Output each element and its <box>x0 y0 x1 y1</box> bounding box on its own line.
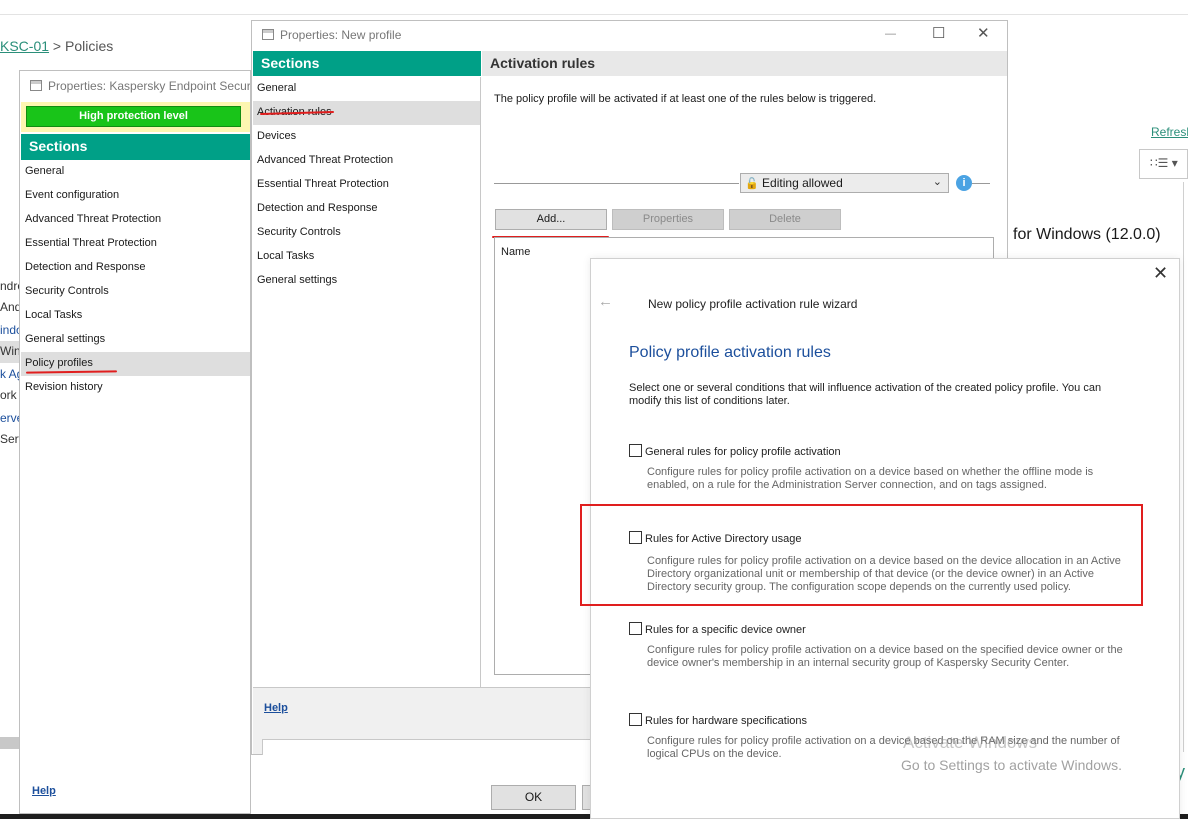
activation-watermark-title: Activate Windows <box>903 733 1038 752</box>
nav-item-security-controls[interactable]: Security Controls <box>21 280 250 304</box>
nav-item-devices[interactable]: Devices <box>253 125 480 149</box>
nav-item-advanced-threat-protection[interactable]: Advanced Threat Protection <box>21 208 250 232</box>
nav-item-general-settings[interactable]: General settings <box>21 328 250 352</box>
kes-properties-window: Properties: Kaspersky Endpoint Security … <box>19 70 251 814</box>
option-label[interactable]: Rules for a specific device owner <box>645 624 806 636</box>
arrow-left-icon[interactable]: ← <box>598 293 613 310</box>
chevron-down-icon: ⌄ <box>932 176 942 188</box>
red-highlight-box <box>580 504 1143 606</box>
option-device-owner: Rules for a specific device owner Config… <box>629 622 1129 670</box>
nav-item-event-configuration[interactable]: Event configuration <box>21 184 250 208</box>
sections-header: Sections <box>21 134 250 160</box>
option-row[interactable]: Rules for hardware specifications <box>629 713 1129 727</box>
column-header-name[interactable]: Name <box>495 238 993 258</box>
nav-item-general[interactable]: General <box>21 160 250 184</box>
nav-item-detection-and-response[interactable]: Detection and Response <box>21 256 250 280</box>
activation-description: The policy profile will be activated if … <box>494 93 877 105</box>
nav-item-advanced-threat-protection[interactable]: Advanced Threat Protection <box>253 149 480 173</box>
window-icon <box>30 80 42 91</box>
option-row[interactable]: Rules for a specific device owner <box>629 622 1129 636</box>
maximize-button[interactable]: ☐ <box>932 24 945 42</box>
refresh-link[interactable]: Refresh <box>1151 125 1188 139</box>
window-titlebar[interactable]: Properties: New profile — ☐ ✕ <box>252 21 1007 49</box>
nav-item-essential-threat-protection[interactable]: Essential Threat Protection <box>21 232 250 256</box>
nav-item-essential-threat-protection[interactable]: Essential Threat Protection <box>253 173 480 197</box>
policy-application-version: for Windows (12.0.0) <box>1013 226 1161 243</box>
window-title: Properties: Kaspersky Endpoint Security <box>48 79 250 93</box>
nav-item-local-tasks[interactable]: Local Tasks <box>253 245 480 269</box>
sections-nav: General Activation rules Devices Advance… <box>253 77 481 687</box>
nav-item-general[interactable]: General <box>253 77 480 101</box>
option-label[interactable]: Rules for hardware specifications <box>645 715 807 727</box>
nav-item-revision-history[interactable]: Revision history <box>21 376 250 400</box>
breadcrumb-separator: > <box>49 38 65 54</box>
breadcrumb-server-link[interactable]: KSC-01 <box>0 38 49 54</box>
footer-panel <box>262 739 592 755</box>
wizard-heading: Policy profile activation rules <box>629 344 831 361</box>
breadcrumb: KSC-01 > Policies <box>0 38 113 54</box>
option-description: Configure rules for policy profile activ… <box>647 466 1094 491</box>
editing-mode-select[interactable]: 🔓 Editing allowed ⌄ <box>740 173 949 193</box>
close-icon[interactable]: ✕ <box>1153 263 1168 284</box>
divider <box>972 183 990 184</box>
protection-level-badge: High protection level <box>26 106 241 127</box>
window-titlebar[interactable]: Properties: Kaspersky Endpoint Security <box>20 71 250 101</box>
sections-nav: General Event configuration Advanced Thr… <box>21 160 250 400</box>
close-button[interactable]: ✕ <box>977 24 990 42</box>
divider <box>494 183 739 184</box>
info-icon[interactable]: i <box>956 175 972 191</box>
help-link[interactable]: Help <box>264 702 288 714</box>
page-title: Activation rules <box>482 51 1007 76</box>
help-link[interactable]: Help <box>32 785 56 797</box>
wizard-title: New policy profile activation rule wizar… <box>648 297 858 311</box>
background-divider <box>1183 182 1184 752</box>
option-description: Configure rules for policy profile activ… <box>647 644 1123 669</box>
minimize-button[interactable]: — <box>885 28 896 40</box>
option-general-rules: General rules for policy profile activat… <box>629 444 1129 492</box>
general-rules-checkbox[interactable] <box>629 444 642 457</box>
list-view-icon: ∷☰ ▾ <box>1150 156 1178 170</box>
add-button[interactable]: Add... <box>495 209 607 230</box>
wizard-intro: Select one or several conditions that wi… <box>629 382 1102 407</box>
window-icon <box>262 29 274 40</box>
nav-item-detection-and-response[interactable]: Detection and Response <box>253 197 480 221</box>
nav-item-local-tasks[interactable]: Local Tasks <box>21 304 250 328</box>
nav-item-security-controls[interactable]: Security Controls <box>253 221 480 245</box>
delete-button[interactable]: Delete <box>729 209 841 230</box>
sections-header: Sections <box>253 51 481 76</box>
editing-mode-value: Editing allowed <box>762 176 843 190</box>
nav-item-general-settings[interactable]: General settings <box>253 269 480 293</box>
option-row[interactable]: General rules for policy profile activat… <box>629 444 1129 458</box>
breadcrumb-current: Policies <box>65 38 114 54</box>
lock-open-icon: 🔓 <box>745 178 759 190</box>
background-cut-text: Win <box>0 341 21 363</box>
background-scroll-fragment <box>0 737 20 749</box>
option-label[interactable]: General rules for policy profile activat… <box>645 446 841 458</box>
top-divider <box>0 14 1188 15</box>
hardware-specs-checkbox[interactable] <box>629 713 642 726</box>
activation-watermark-text: Go to Settings to activate Windows. <box>901 757 1122 773</box>
properties-button[interactable]: Properties <box>612 209 724 230</box>
device-owner-checkbox[interactable] <box>629 622 642 635</box>
window-title: Properties: New profile <box>280 28 402 42</box>
view-mode-button[interactable]: ∷☰ ▾ <box>1139 149 1188 179</box>
option-hardware-specs: Rules for hardware specifications Config… <box>629 713 1129 761</box>
ok-button[interactable]: OK <box>491 785 576 810</box>
